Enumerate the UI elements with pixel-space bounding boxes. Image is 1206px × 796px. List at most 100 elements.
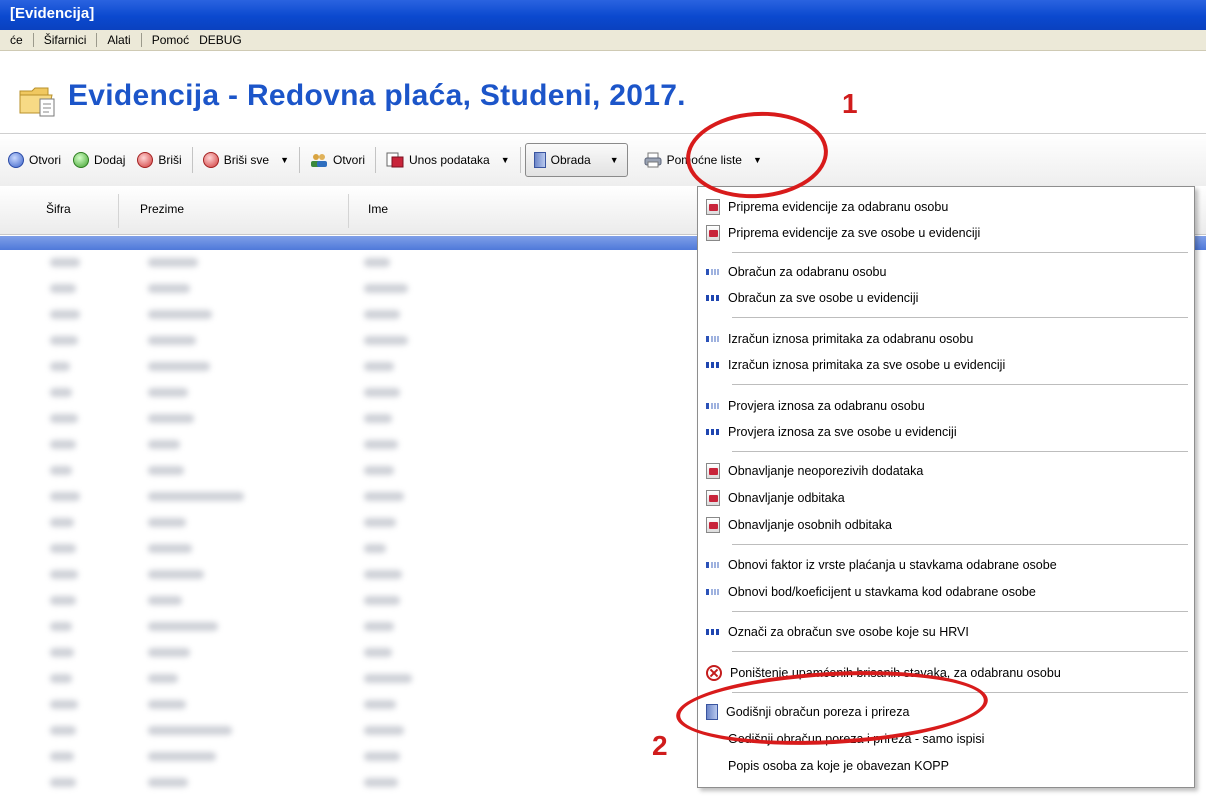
menu-item-mark-hrvi[interactable]: Označi za obračun sve osobe koje su HRVI (706, 621, 969, 643)
users-icon (310, 154, 327, 167)
menu-item-debug[interactable]: DEBUG (199, 30, 252, 50)
add-button[interactable]: Dodaj (67, 145, 131, 175)
menu-item-annual-tax-prints[interactable]: Godišnji obračun poreza i prireza - samo… (706, 728, 984, 750)
processing-dropdown-menu: Priprema evidencije za odabranu osobu Pr… (697, 186, 1195, 788)
menu-item-label: Popis osoba za koje je obavezan KOPP (728, 759, 949, 773)
menu-item-file[interactable]: će (0, 30, 33, 50)
column-divider (118, 194, 119, 228)
menu-item-refresh-personal-deductions[interactable]: Obnavljanje osobnih odbitaka (706, 514, 892, 536)
menu-item-prepare-all[interactable]: Priprema evidencije za sve osobe u evide… (706, 222, 980, 244)
menu-item-pomoc[interactable]: Pomoć (142, 30, 199, 50)
bars-single-icon (706, 588, 720, 596)
data-entry-button[interactable]: Unos podataka ▼ (380, 145, 516, 175)
menu-item-label: Priprema evidencije za odabranu osobu (728, 200, 949, 214)
bars-single-icon (706, 335, 720, 343)
document-icon (706, 225, 720, 241)
open-button-label: Otvori (29, 153, 62, 167)
add-button-label: Dodaj (94, 153, 126, 167)
printer-icon (644, 152, 662, 168)
document-icon (706, 463, 720, 479)
bars-multi-icon (706, 294, 720, 302)
window-title: [Evidencija] (10, 5, 95, 22)
toolbar-separator (519, 147, 521, 173)
menu-item-label: Obnovi bod/koeficijent u stavkama kod od… (728, 585, 1036, 599)
delete-button[interactable]: Briši (131, 145, 187, 175)
processing-button-label: Obrada (550, 153, 591, 167)
blank-icon (706, 759, 720, 773)
menu-separator (732, 544, 1188, 545)
menu-item-annual-tax[interactable]: Godišnji obračun poreza i prireza (706, 701, 909, 723)
window-titlebar: [Evidencija] (0, 0, 1206, 30)
chevron-down-icon[interactable]: ▼ (610, 155, 619, 165)
menu-separator (732, 611, 1188, 612)
menu-item-label: Obračun za odabranu osobu (728, 265, 887, 279)
menu-item-sifarnici[interactable]: Šifarnici (34, 30, 97, 50)
menu-item-refresh-factor[interactable]: Obnovi faktor iz vrste plaćanja u stavka… (706, 554, 1057, 576)
menu-item-refresh-deductions[interactable]: Obnavljanje odbitaka (706, 487, 845, 509)
menu-separator (732, 317, 1188, 318)
menu-item-label: Obnavljanje odbitaka (728, 491, 845, 505)
data-entry-icon (386, 152, 404, 168)
bars-multi-icon (706, 628, 720, 636)
menu-item-label: Godišnji obračun poreza i prireza - samo… (728, 732, 985, 746)
menu-item-refresh-coefficient[interactable]: Obnovi bod/koeficijent u stavkama kod od… (706, 581, 1036, 603)
menu-item-alati[interactable]: Alati (97, 30, 140, 50)
book-icon (533, 152, 546, 168)
data-entry-label: Unos podataka (409, 153, 490, 167)
menu-item-prepare-selected[interactable]: Priprema evidencije za odabranu osobu (706, 196, 948, 218)
toolbar-separator (191, 147, 193, 173)
delete-all-button-label: Briši sve (223, 153, 270, 167)
annotation-number-2: 2 (652, 730, 668, 761)
bars-single-icon (706, 402, 720, 410)
delete-button-label: Briši (158, 153, 182, 167)
annotation-number-1: 1 (842, 88, 858, 119)
chevron-down-icon[interactable]: ▼ (280, 155, 289, 165)
toolbar-separator (298, 147, 300, 173)
menu-item-label: Priprema evidencije za sve osobe u evide… (728, 226, 981, 240)
delete-all-button[interactable]: Briši sve ▼ (197, 145, 295, 175)
menu-item-label: Poništenje upamćenih brisanih stavaka, z… (730, 666, 1061, 680)
open-persons-button[interactable]: Otvori (304, 145, 371, 175)
column-header-prezime[interactable]: Prezime (140, 202, 184, 216)
column-header-sifra[interactable]: Šifra (46, 202, 71, 216)
menu-item-cancel-deleted[interactable]: Poništenje upamćenih brisanih stavaka, z… (706, 662, 1061, 684)
menu-item-calc-all[interactable]: Obračun za sve osobe u evidenciji (706, 287, 918, 309)
open-button[interactable]: Otvori (0, 145, 67, 175)
toolbar: Otvori Dodaj Briši Briši sve ▼ Otvori Un… (0, 133, 1206, 187)
menu-separator (732, 692, 1188, 693)
add-icon (73, 152, 90, 168)
chevron-down-icon[interactable]: ▼ (753, 155, 762, 165)
helper-lists-button[interactable]: Pomoćne liste ▼ (638, 145, 768, 175)
page-header: Evidencija - Redovna plaća, Studeni, 201… (0, 51, 1206, 131)
page-title: Evidencija - Redovna plaća, Studeni, 201… (68, 79, 686, 112)
chevron-down-icon[interactable]: ▼ (501, 155, 510, 165)
menu-item-kopp-list[interactable]: Popis osoba za koje je obavezan KOPP (706, 755, 949, 777)
menu-item-label: Obnavljanje neoporezivih dodataka (728, 464, 924, 478)
book-icon (706, 704, 718, 720)
delete-all-icon (202, 152, 219, 168)
bars-single-icon (706, 268, 720, 276)
cancel-icon (706, 665, 722, 681)
open-persons-label: Otvori (332, 153, 365, 167)
open-icon (8, 152, 24, 168)
menu-item-income-all[interactable]: Izračun iznosa primitaka za sve osobe u … (706, 354, 1005, 376)
menu-separator (732, 451, 1188, 452)
delete-icon (137, 152, 154, 168)
folder-document-icon (19, 87, 55, 117)
bars-multi-icon (706, 361, 720, 369)
menu-item-label: Provjera iznosa za sve osobe u evidencij… (728, 425, 957, 439)
menu-item-check-all[interactable]: Provjera iznosa za sve osobe u evidencij… (706, 421, 957, 443)
menu-item-calc-selected[interactable]: Obračun za odabranu osobu (706, 261, 886, 283)
menu-separator (732, 252, 1188, 253)
column-divider (348, 194, 349, 228)
menu-item-check-selected[interactable]: Provjera iznosa za odabranu osobu (706, 395, 925, 417)
menu-item-refresh-untaxed[interactable]: Obnavljanje neoporezivih dodataka (706, 460, 923, 482)
helper-lists-label: Pomoćne liste (666, 153, 742, 167)
column-header-ime[interactable]: Ime (368, 202, 388, 216)
menu-separator (732, 651, 1188, 652)
menu-bar: će Šifarnici Alati Pomoć DEBUG (0, 30, 1206, 51)
blank-icon (706, 732, 720, 746)
menu-item-income-selected[interactable]: Izračun iznosa primitaka za odabranu oso… (706, 328, 973, 350)
processing-button[interactable]: Obrada ▼ (524, 143, 628, 177)
document-icon (706, 490, 720, 506)
